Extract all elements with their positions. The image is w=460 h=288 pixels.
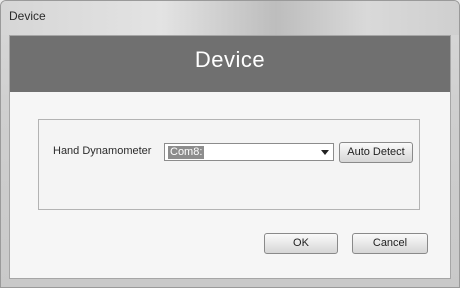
window-title: Device xyxy=(9,9,46,23)
auto-detect-button[interactable]: Auto Detect xyxy=(339,142,413,163)
device-settings-group: Hand Dynamometer Com8: Auto Detect xyxy=(38,119,420,210)
dialog-client-area: Device Hand Dynamometer Com8: Auto Detec… xyxy=(9,35,451,279)
port-select-value: Com8: xyxy=(168,146,205,159)
ok-button[interactable]: OK xyxy=(264,233,338,254)
cancel-button[interactable]: Cancel xyxy=(352,233,428,254)
chevron-down-icon[interactable] xyxy=(321,150,329,155)
dialog-header: Device xyxy=(10,36,450,92)
title-bar[interactable]: Device xyxy=(1,1,459,35)
hand-dynamometer-label: Hand Dynamometer xyxy=(53,145,152,157)
page-title: Device xyxy=(194,47,266,72)
device-dialog-window: Device Device Hand Dynamometer Com8: Aut… xyxy=(0,0,460,288)
port-select[interactable]: Com8: xyxy=(164,143,334,161)
